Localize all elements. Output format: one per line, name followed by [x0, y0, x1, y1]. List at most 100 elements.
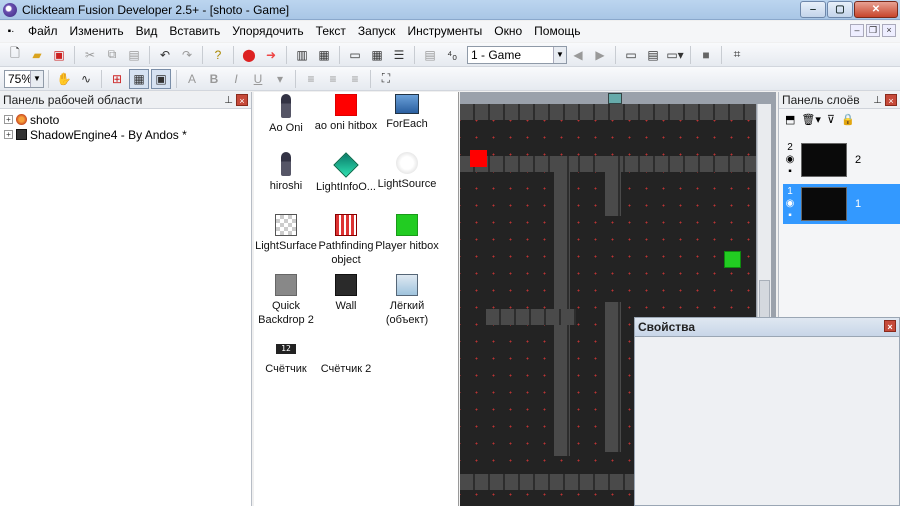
lock-icon[interactable]: ▪ — [783, 210, 797, 222]
object-hiroshi[interactable]: hiroshi — [254, 152, 318, 193]
show-grid-icon[interactable]: ▦ — [129, 68, 149, 89]
save-icon[interactable]: ▣ — [49, 45, 69, 65]
fit-frame-icon[interactable]: ⛶ — [376, 69, 396, 89]
italic-icon[interactable]: I — [226, 69, 246, 89]
wall-tiles[interactable] — [605, 156, 621, 216]
debugger-icon[interactable]: ⌗ — [727, 45, 747, 65]
grid-view-icon[interactable]: ▦ — [314, 45, 334, 65]
tree-item-shoto[interactable]: + shoto — [0, 112, 251, 127]
object-lightsource[interactable]: LightSource — [375, 152, 439, 191]
text-color-icon[interactable]: ▾ — [270, 69, 290, 89]
close-icon[interactable]: × — [884, 320, 896, 332]
hand-tool-icon[interactable]: ✋ — [54, 69, 74, 89]
scroll-tool-icon[interactable]: ∿ — [76, 69, 96, 89]
wall-tiles[interactable] — [460, 104, 756, 120]
object-wall[interactable]: Wall — [314, 274, 378, 313]
wall-tiles[interactable] — [554, 156, 570, 456]
object-ao-oni-hitbox[interactable]: ao oni hitbox — [314, 94, 378, 133]
expression-icon[interactable]: ⁴ₒ — [442, 45, 462, 65]
layer-lock-icon[interactable]: 🔒 — [841, 113, 855, 126]
close-icon[interactable]: × — [236, 94, 248, 106]
copy-icon[interactable]: ⧉ — [102, 45, 122, 65]
object-lightsurface[interactable]: LightSurface — [254, 214, 318, 253]
new-file-icon[interactable]: 🗋 — [5, 45, 25, 65]
mdi-close-button[interactable]: × — [882, 24, 896, 37]
eye-icon[interactable]: ◉ — [783, 154, 797, 166]
object-foreach[interactable]: ForEach — [375, 94, 439, 131]
run-icon[interactable]: ➜ — [261, 45, 281, 65]
menu-arrange[interactable]: Упорядочить — [226, 21, 309, 42]
event-editor-icon[interactable]: ▦ — [367, 45, 387, 65]
align-right-icon[interactable]: ≡ — [345, 69, 365, 89]
frame-object-marker[interactable] — [608, 93, 622, 104]
wall-tiles[interactable] — [486, 309, 576, 325]
system-menu-icon[interactable]: ▪· — [0, 26, 22, 37]
snap-grid-icon[interactable]: ⊞ — [107, 69, 127, 89]
properties-window-icon[interactable]: ▭ — [621, 45, 641, 65]
cut-icon[interactable]: ✂ — [80, 45, 100, 65]
menu-tools[interactable]: Инструменты — [401, 21, 488, 42]
player-hitbox-instance[interactable] — [724, 251, 741, 268]
layer-row-1[interactable]: 1 ◉ ▪ 1 — [783, 184, 900, 224]
zoom-select[interactable]: 75% ▼ — [4, 69, 44, 88]
previous-frame-icon[interactable]: ◀ — [568, 45, 588, 65]
undo-icon[interactable]: ↶ — [155, 45, 175, 65]
chevron-down-icon[interactable]: ▼ — [553, 46, 566, 63]
library-window-icon[interactable]: ▤ — [643, 45, 663, 65]
tree-item-shadowengine[interactable]: + ShadowEngine4 - By Andos * — [0, 127, 251, 142]
object-lightinfo[interactable]: LightInfoO... — [314, 152, 378, 194]
maximize-button[interactable]: ▢ — [827, 1, 853, 18]
paste-icon[interactable]: ▤ — [124, 45, 144, 65]
frame-select[interactable]: 1 - Game ▼ — [467, 45, 567, 64]
stop-icon[interactable]: ⬤ — [239, 45, 259, 65]
ao-oni-hitbox-instance[interactable] — [470, 150, 487, 167]
expand-icon[interactable]: + — [4, 115, 13, 124]
object-counter-2[interactable]: Счётчик 2 — [314, 336, 378, 376]
pin-icon[interactable]: ⊥ — [873, 95, 882, 106]
object-counter[interactable]: 12 Счётчик — [254, 336, 318, 376]
menu-edit[interactable]: Изменить — [64, 21, 130, 42]
chevron-down-icon[interactable]: ▼ — [30, 70, 43, 87]
menu-text[interactable]: Текст — [310, 21, 352, 42]
align-center-icon[interactable]: ≡ — [323, 69, 343, 89]
storyboard-icon[interactable]: ▥ — [292, 45, 312, 65]
underline-icon[interactable]: U — [248, 69, 268, 89]
pin-icon[interactable]: ⊥ — [224, 95, 233, 106]
lock-icon[interactable]: ▪ — [783, 166, 797, 178]
mdi-minimize-button[interactable]: – — [850, 24, 864, 37]
frame-border-icon[interactable]: ▣ — [151, 68, 171, 89]
object-pathfinding[interactable]: Pathfinding object — [314, 214, 378, 267]
object-ao-oni[interactable]: Ao Oni — [254, 94, 318, 135]
eye-icon[interactable]: ◉ — [783, 198, 797, 210]
help-icon[interactable]: ? — [208, 45, 228, 65]
object-light[interactable]: Лёгкий (объект) — [375, 274, 439, 327]
next-frame-icon[interactable]: ▶ — [590, 45, 610, 65]
window-layout-icon[interactable]: ▭▾ — [665, 45, 685, 65]
align-left-icon[interactable]: ≡ — [301, 69, 321, 89]
layer-row-2[interactable]: 2 ◉ ▪ 2 — [783, 140, 900, 180]
menu-run[interactable]: Запуск — [352, 21, 402, 42]
menu-help[interactable]: Помощь — [528, 21, 586, 42]
expand-icon[interactable]: + — [4, 130, 13, 139]
font-icon[interactable]: A — [182, 69, 202, 89]
object-quick-backdrop-2[interactable]: Quick Backdrop 2 — [254, 274, 318, 327]
menu-window[interactable]: Окно — [488, 21, 528, 42]
add-layer-icon[interactable]: ⬒ — [785, 113, 795, 126]
menu-file[interactable]: Файл — [22, 21, 64, 42]
menu-insert[interactable]: Вставить — [163, 21, 226, 42]
bold-icon[interactable]: B — [204, 69, 224, 89]
layer-visibility-icon[interactable]: ⊽ — [827, 113, 835, 126]
build-icon[interactable]: ■ — [696, 45, 716, 65]
object-player-hitbox[interactable]: Player hitbox — [375, 214, 439, 253]
close-button[interactable]: ✕ — [854, 1, 898, 18]
mdi-restore-button[interactable]: ❐ — [866, 24, 880, 37]
event-list-icon[interactable]: ☰ — [389, 45, 409, 65]
data-elements-icon[interactable]: ▤ — [420, 45, 440, 65]
delete-layer-icon[interactable]: 🗑▾ — [801, 113, 821, 126]
minimize-button[interactable]: ‒ — [800, 1, 826, 18]
frame-editor-icon[interactable]: ▭ — [345, 45, 365, 65]
menu-view[interactable]: Вид — [130, 21, 164, 42]
open-folder-icon[interactable]: ▰ — [27, 45, 47, 65]
close-icon[interactable]: × — [885, 94, 897, 106]
wall-tiles[interactable] — [605, 302, 621, 452]
